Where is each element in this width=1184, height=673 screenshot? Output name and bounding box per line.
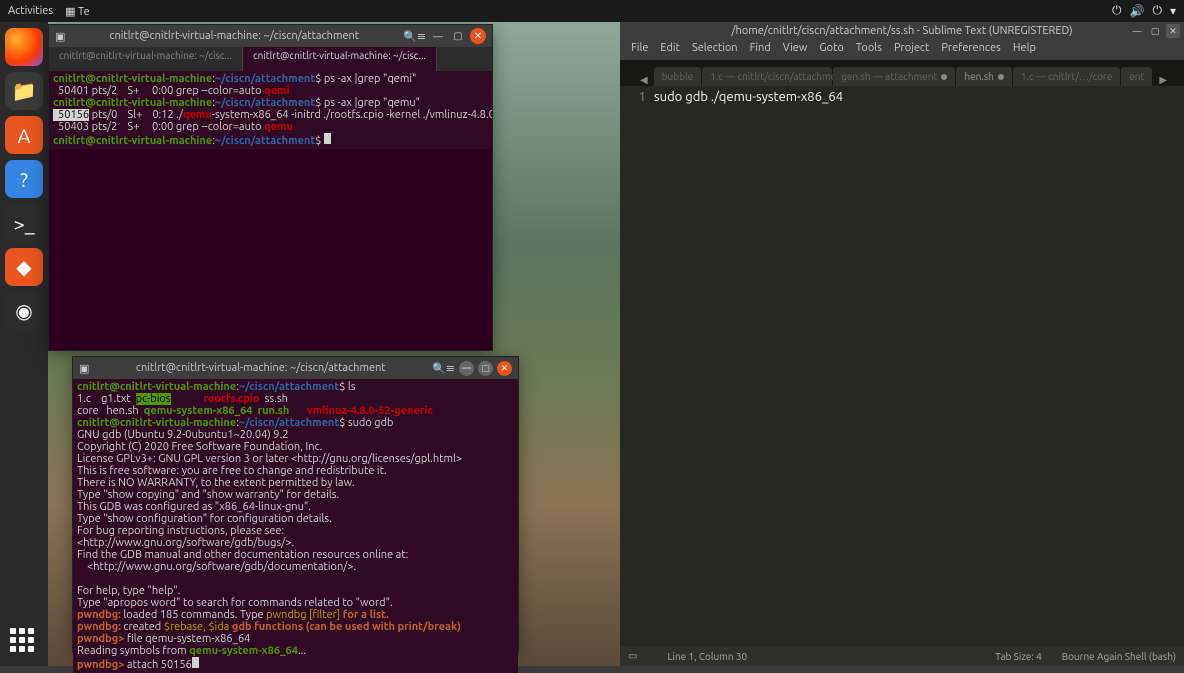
new-tab-button[interactable]: ▣ xyxy=(55,30,65,43)
power-icon[interactable]: ⏻ xyxy=(1152,4,1162,18)
menu-goto[interactable]: Goto xyxy=(814,42,848,58)
gnome-topbar: Activities ▦ Te ⏻ 🔊 ⏻ ▾ xyxy=(0,0,1184,22)
network-icon[interactable]: ⏻ xyxy=(1112,4,1122,18)
sublime-editor[interactable]: 1 sudo gdb ./qemu-system-x86_64 xyxy=(620,86,1184,108)
tab-scroll-left-icon[interactable]: ◀ xyxy=(640,74,648,86)
dvd-icon[interactable]: ◉ xyxy=(5,292,43,330)
sublime-tab[interactable]: 1.c — cnitlrt/…/core xyxy=(1013,67,1120,86)
status-panel-icon[interactable]: ▭ xyxy=(628,650,637,662)
terminal-window-1: ▣ cnitlrt@cnitlrt-virtual-machine: ~/cis… xyxy=(48,24,493,351)
dropdown-icon[interactable]: ▾ xyxy=(1170,4,1176,18)
ubuntu-dock: 📁 A ? ◆ >_ ◆ ◉ xyxy=(0,22,48,666)
terminal-tabs: cnitlrt@cnitlrt-virtual-machine: ~/cisc.… xyxy=(49,47,492,71)
menu-edit[interactable]: Edit xyxy=(655,42,685,58)
terminal-titlebar[interactable]: ▣ cnitlrt@cnitlrt-virtual-machine: ~/cis… xyxy=(49,25,492,47)
minimize-button[interactable]: — xyxy=(459,361,474,376)
maximize-button[interactable]: ▢ xyxy=(1148,24,1162,38)
status-syntax[interactable]: Bourne Again Shell (bash) xyxy=(1062,651,1176,662)
menu-help[interactable]: Help xyxy=(1008,42,1041,58)
firefox-icon[interactable] xyxy=(5,28,43,66)
sublime-tab[interactable]: gen.sh — attachment xyxy=(833,67,955,86)
menu-selection[interactable]: Selection xyxy=(687,42,743,58)
cursor xyxy=(324,133,331,144)
search-icon[interactable]: 🔍 xyxy=(403,30,417,43)
window-title: cnitlrt@cnitlrt-virtual-machine: ~/ciscn… xyxy=(89,362,432,374)
sublime-tabbar: ◀ bubble 1.c — cnitlrt/ciscn/attachment … xyxy=(620,60,1184,86)
show-apps-icon[interactable] xyxy=(10,628,38,656)
terminal-tab[interactable]: cnitlrt@cnitlrt-virtual-machine: ~/cisc.… xyxy=(243,47,437,71)
menu-icon[interactable]: ≡ xyxy=(417,30,426,43)
sublime-tab-overflow[interactable]: ent xyxy=(1121,67,1152,86)
minimize-button[interactable]: — xyxy=(1130,24,1144,38)
menu-find[interactable]: Find xyxy=(745,42,776,58)
status-tab-size[interactable]: Tab Size: 4 xyxy=(995,651,1042,662)
software-icon[interactable]: A xyxy=(5,116,43,154)
menu-project[interactable]: Project xyxy=(889,42,934,58)
menu-preferences[interactable]: Preferences xyxy=(936,42,1006,58)
minimize-button[interactable]: — xyxy=(430,28,446,44)
terminal-titlebar[interactable]: ▣ cnitlrt@cnitlrt-virtual-machine: ~/cis… xyxy=(73,357,518,379)
sublime-tab[interactable]: 1.c — cnitlrt/ciscn/attachment xyxy=(702,67,832,86)
files-icon[interactable]: 📁 xyxy=(5,72,43,110)
new-tab-button[interactable]: ▣ xyxy=(79,362,89,375)
terminal-window-2: ▣ cnitlrt@cnitlrt-virtual-machine: ~/cis… xyxy=(72,356,519,652)
terminal-icon[interactable]: >_ xyxy=(5,204,43,242)
menu-tools[interactable]: Tools xyxy=(851,42,887,58)
window-title: cnitlrt@cnitlrt-virtual-machine: ~/ciscn… xyxy=(65,30,403,42)
close-button[interactable]: ✕ xyxy=(1166,24,1180,38)
sublime-statusbar: ▭ Line 1, Column 30 Tab Size: 4 Bourne A… xyxy=(620,646,1184,666)
line-number: 1 xyxy=(624,90,654,104)
menu-view[interactable]: View xyxy=(778,42,813,58)
terminal-body[interactable]: cnitlrt@cnitlrt-virtual-machine:~/ciscn/… xyxy=(49,71,492,149)
sublime-titlebar[interactable]: /home/cnitlrt/ciscn/attachment/ss.sh - S… xyxy=(620,22,1184,40)
menu-icon[interactable]: ≡ xyxy=(446,362,455,375)
app-menu[interactable]: ▦ Te xyxy=(65,5,90,18)
unsaved-dot-icon xyxy=(941,74,947,80)
terminal-body[interactable]: cnitlrt@cnitlrt-virtual-machine:~/ciscn/… xyxy=(73,379,518,673)
status-line-col: Line 1, Column 30 xyxy=(667,651,747,662)
sublime-menubar: File Edit Selection Find View Goto Tools… xyxy=(620,40,1184,60)
code-line[interactable]: sudo gdb ./qemu-system-x86_64 xyxy=(654,90,843,104)
maximize-button[interactable]: ▢ xyxy=(450,28,466,44)
window-title: /home/cnitlrt/ciscn/attachment/ss.sh - S… xyxy=(731,25,1072,37)
activities-button[interactable]: Activities xyxy=(8,5,53,18)
close-button[interactable]: ✕ xyxy=(470,28,486,44)
sublime-tab[interactable]: hen.sh xyxy=(956,67,1011,86)
help-icon[interactable]: ? xyxy=(5,160,43,198)
search-icon[interactable]: 🔍 xyxy=(432,362,446,375)
sublime-icon-2[interactable]: ◆ xyxy=(5,248,43,286)
close-button[interactable]: ✕ xyxy=(497,361,512,376)
unsaved-dot-icon xyxy=(998,74,1004,80)
maximize-button[interactable]: ▢ xyxy=(478,361,493,376)
sublime-window: /home/cnitlrt/ciscn/attachment/ss.sh - S… xyxy=(620,22,1184,666)
sound-icon[interactable]: 🔊 xyxy=(1130,4,1145,18)
cursor xyxy=(192,657,199,668)
sublime-tab[interactable]: bubble xyxy=(654,67,701,86)
tab-scroll-right-icon[interactable]: ▶ xyxy=(1159,74,1167,86)
menu-file[interactable]: File xyxy=(626,42,653,58)
terminal-tab[interactable]: cnitlrt@cnitlrt-virtual-machine: ~/cisc.… xyxy=(49,47,243,71)
